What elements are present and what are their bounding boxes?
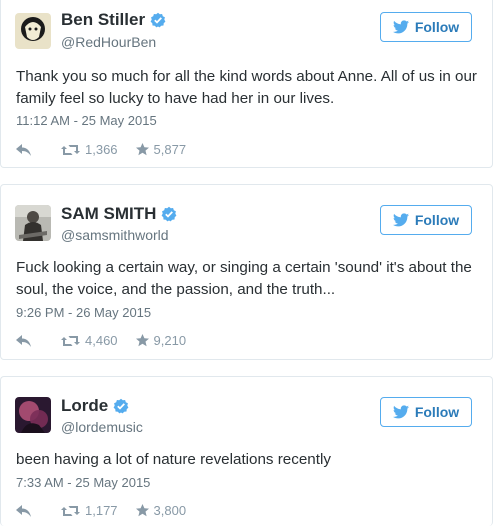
- author-handle[interactable]: @samsmithworld: [61, 227, 169, 243]
- favorite-star-icon: [135, 334, 149, 347]
- retweet-count: 4,460: [85, 333, 118, 348]
- follow-button[interactable]: Follow: [380, 397, 472, 427]
- tweet-actions: 1,177 3,800: [16, 503, 186, 518]
- reply-icon[interactable]: [16, 334, 31, 347]
- tweet-timestamp[interactable]: 9:26 PM - 26 May 2015: [16, 305, 151, 320]
- favorite-star-icon: [135, 504, 149, 517]
- twitter-bird-icon: [392, 213, 409, 227]
- tweet-card: Ben Stiller @RedHourBen Follow Thank you…: [0, 0, 493, 168]
- author-name[interactable]: SAM SMITH: [61, 204, 156, 224]
- tweet-timestamp[interactable]: 11:12 AM - 25 May 2015: [16, 113, 157, 128]
- twitter-bird-icon: [392, 20, 409, 34]
- follow-button[interactable]: Follow: [380, 205, 472, 235]
- favorite-star-icon: [135, 143, 149, 156]
- avatar[interactable]: [15, 13, 51, 49]
- tweet-text: Fuck looking a certain way, or singing a…: [16, 259, 472, 298]
- tweet-card: Lorde @lordemusic Follow been having a l…: [0, 376, 493, 526]
- avatar[interactable]: [15, 397, 51, 433]
- verified-badge-icon: [113, 398, 129, 414]
- author-name[interactable]: Ben Stiller: [61, 10, 145, 30]
- retweet-action[interactable]: 1,366: [61, 142, 118, 157]
- follow-label: Follow: [414, 212, 460, 228]
- retweet-count: 1,177: [85, 503, 118, 518]
- retweet-action[interactable]: 1,177: [61, 503, 118, 518]
- avatar[interactable]: [15, 205, 51, 241]
- favorite-count: 3,800: [153, 503, 187, 518]
- retweet-count: 1,366: [85, 142, 118, 157]
- tweet-card: SAM SMITH @samsmithworld Follow Fuck loo…: [0, 184, 493, 360]
- tweet-actions: 1,366 5,877: [16, 142, 186, 157]
- favorite-action[interactable]: 3,800: [135, 503, 187, 518]
- retweet-action[interactable]: 4,460: [61, 333, 118, 348]
- verified-badge-icon: [161, 206, 177, 222]
- tweet-timestamp[interactable]: 7:33 AM - 25 May 2015: [16, 475, 150, 490]
- twitter-bird-icon: [392, 405, 409, 419]
- follow-label: Follow: [414, 404, 460, 420]
- favorite-action[interactable]: 9,210: [135, 333, 187, 348]
- verified-badge-icon: [150, 12, 166, 28]
- favorite-count: 9,210: [153, 333, 187, 348]
- retweet-icon: [61, 335, 80, 346]
- author-handle[interactable]: @RedHourBen: [61, 34, 156, 50]
- tweet-text: Thank you so much for all the kind words…: [16, 68, 477, 107]
- follow-label: Follow: [414, 19, 460, 35]
- author-row: SAM SMITH: [61, 204, 177, 224]
- favorite-count: 5,877: [153, 142, 187, 157]
- author-row: Ben Stiller: [61, 10, 166, 30]
- author-name[interactable]: Lorde: [61, 396, 108, 416]
- tweet-text: been having a lot of nature revelations …: [16, 451, 331, 468]
- reply-icon[interactable]: [16, 143, 31, 156]
- favorite-action[interactable]: 5,877: [135, 142, 187, 157]
- follow-button[interactable]: Follow: [380, 12, 472, 42]
- retweet-icon: [61, 144, 80, 155]
- author-row: Lorde: [61, 396, 129, 416]
- tweet-actions: 4,460 9,210: [16, 333, 186, 348]
- author-handle[interactable]: @lordemusic: [61, 419, 143, 435]
